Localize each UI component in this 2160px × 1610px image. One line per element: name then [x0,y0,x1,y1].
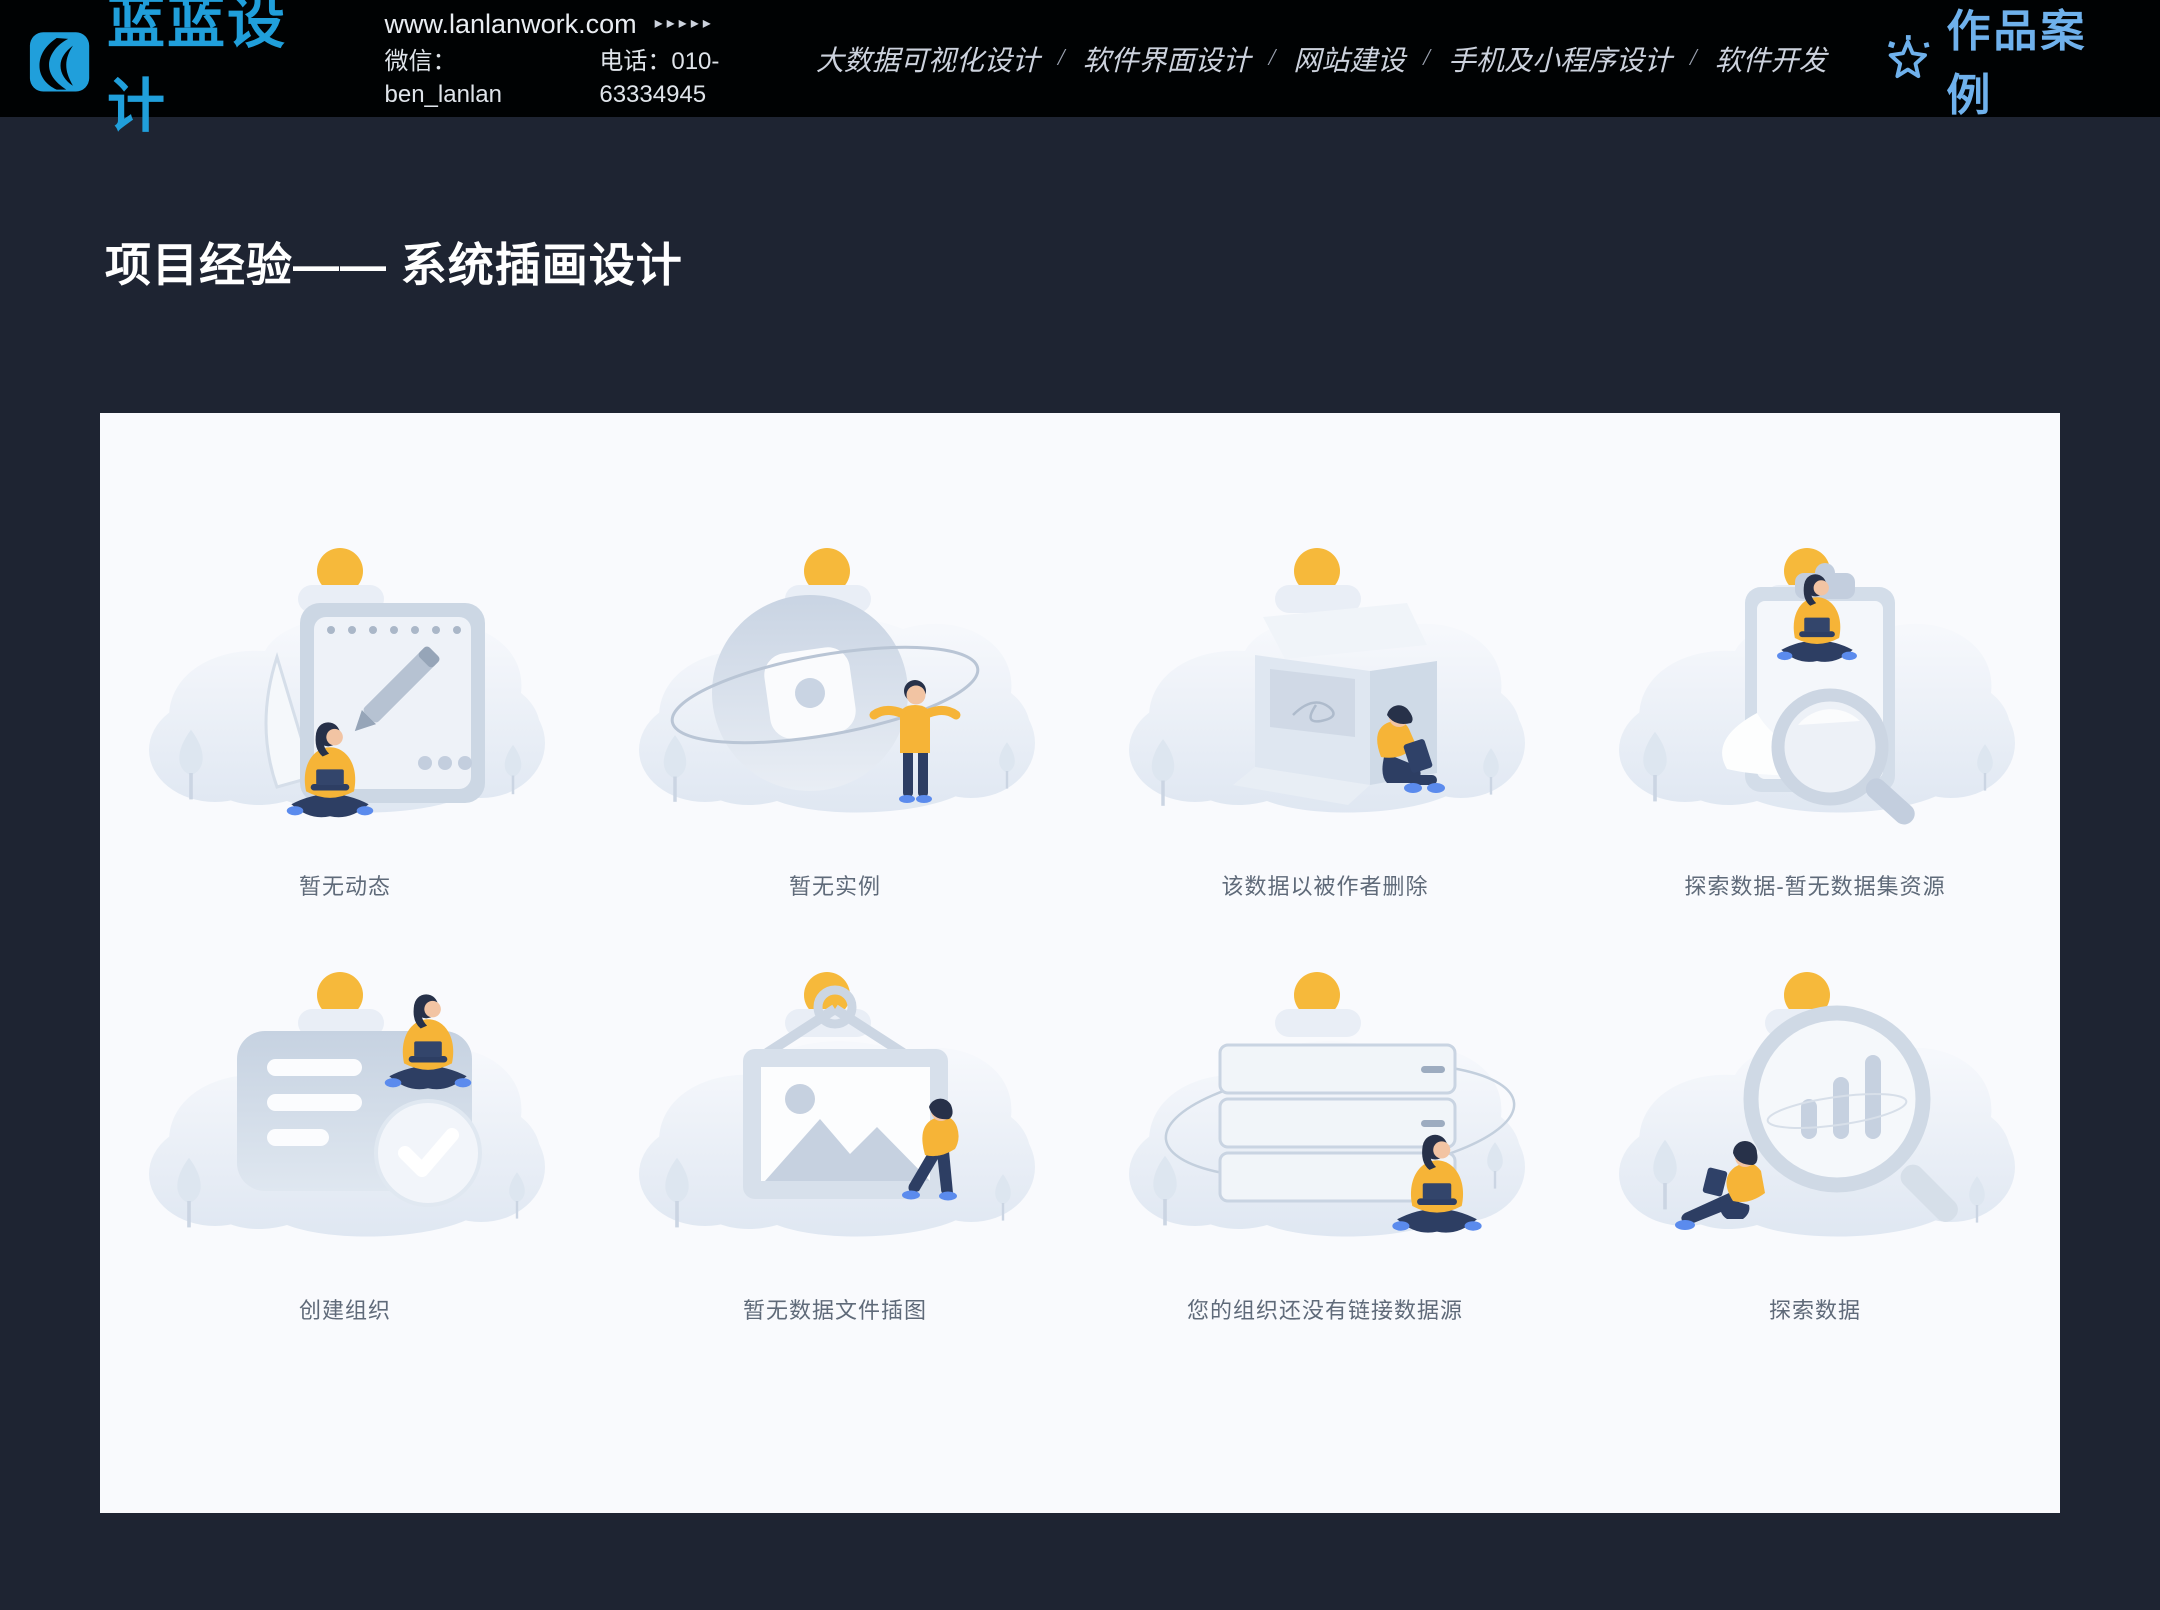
portfolio-link[interactable]: 作品案例 [1883,0,2126,123]
illustration-caption: 暂无数据文件插图 [743,1293,927,1325]
phone-contact: 电话：010-63334945 [599,46,816,111]
top-header: 蓝蓝设计 www.lanlanwork.com ▸▸▸▸▸ 微信：ben_lan… [0,0,2160,117]
star-sparkle-icon [1883,33,1933,85]
logo[interactable]: 蓝蓝设计 [28,0,337,143]
website-url[interactable]: www.lanlanwork.com [385,6,637,42]
illustration-picture-frame [615,949,1055,1279]
logo-icon [28,25,93,93]
illustration-caption: 创建组织 [299,1293,391,1325]
nav-item-bigdata[interactable]: 大数据可视化设计 [816,39,1040,79]
nav-separator: / [1056,45,1067,72]
illustration-org-card-check [125,949,565,1279]
illustration-clipboard-search [1595,525,2035,855]
nav-item-mobile-miniapp[interactable]: 手机及小程序设计 [1448,39,1672,79]
illustration-caption: 探索数据-暂无数据集资源 [1684,869,1945,901]
portfolio-label: 作品案例 [1946,0,2126,123]
nav-item-software-ui[interactable]: 软件界面设计 [1083,39,1251,79]
gallery-item: 创建组织 [100,949,590,1373]
main-nav: 大数据可视化设计 / 软件界面设计 / 网站建设 / 手机及小程序设计 / 软件… [816,39,1827,79]
gallery-item: 探索数据-暂无数据集资源 [1570,525,2060,949]
nav-separator: / [1421,45,1432,72]
illustration-gallery: 暂无动态 暂无实例 该数据以被作者删除 探索数据-暂无数据集资源 创建组织 [100,413,2060,1513]
site-info: www.lanlanwork.com ▸▸▸▸▸ 微信：ben_lanlan 电… [385,6,816,111]
page-title: 项目经验—— 系统插画设计 [105,229,2160,295]
gallery-item: 探索数据 [1570,949,2060,1373]
illustration-notepad [125,525,565,855]
wechat-contact: 微信：ben_lanlan [385,46,566,111]
illustration-caption: 探索数据 [1769,1293,1861,1325]
illustration-planet-compass [615,525,1055,855]
illustration-caption: 该数据以被作者删除 [1221,869,1428,901]
illustration-chart-magnifier [1595,949,2035,1279]
nav-item-dev[interactable]: 软件开发 [1715,39,1827,79]
illustration-caption: 暂无实例 [789,869,881,901]
illustration-empty-box [1105,525,1545,855]
illustration-caption: 暂无动态 [299,869,391,901]
gallery-item: 暂无数据文件插图 [590,949,1080,1373]
gallery-item: 您的组织还没有链接数据源 [1080,949,1570,1373]
nav-separator: / [1267,45,1278,72]
nav-item-website[interactable]: 网站建设 [1293,39,1405,79]
gallery-item: 该数据以被作者删除 [1080,525,1570,949]
illustration-caption: 您的组织还没有链接数据源 [1187,1293,1463,1325]
nav-separator: / [1688,45,1699,72]
gallery-item: 暂无动态 [100,525,590,949]
logo-text: 蓝蓝设计 [107,0,336,143]
gallery-item: 暂无实例 [590,525,1080,949]
arrows-icon: ▸▸▸▸▸ [655,13,715,35]
illustration-server-stack [1105,949,1545,1279]
